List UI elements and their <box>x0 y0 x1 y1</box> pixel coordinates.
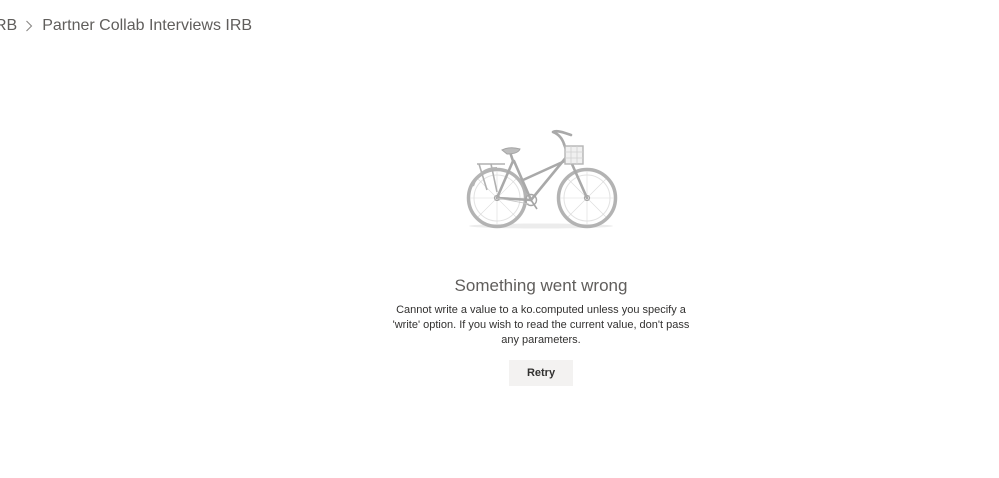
chevron-right-icon <box>25 20 33 32</box>
breadcrumb: RB Partner Collab Interviews IRB <box>0 14 252 38</box>
bicycle-icon <box>461 128 621 232</box>
retry-button[interactable]: Retry <box>509 360 573 386</box>
breadcrumb-item-current[interactable]: Partner Collab Interviews IRB <box>42 14 252 38</box>
error-message: Cannot write a value to a ko.computed un… <box>392 304 690 346</box>
error-panel: Something went wrong Cannot write a valu… <box>0 128 999 386</box>
page: RB Partner Collab Interviews IRB Somethi… <box>0 0 999 478</box>
error-title: Something went wrong <box>454 276 628 295</box>
breadcrumb-item-parent[interactable]: RB <box>0 14 17 38</box>
